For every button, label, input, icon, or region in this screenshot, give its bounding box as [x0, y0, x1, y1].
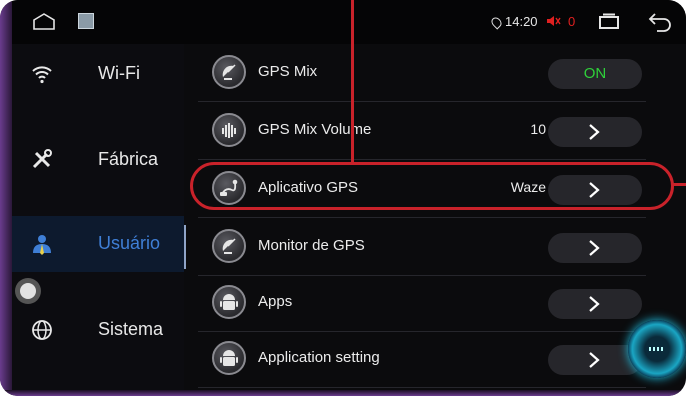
- sidebar-item-sistema[interactable]: Sistema: [12, 302, 184, 358]
- settings-list: GPS Mix ON GPS Mix Volume 10 Aplicativo …: [198, 44, 646, 390]
- annotation-line: [351, 0, 354, 163]
- floating-ball-button[interactable]: [15, 278, 41, 304]
- chevron-right-icon: [589, 352, 600, 368]
- sidebar-item-label: Sistema: [98, 319, 164, 339]
- sidebar-item-label: Usuário: [98, 233, 161, 253]
- tools-icon: [32, 149, 52, 169]
- volume-level: 0: [568, 14, 576, 29]
- location-pin-icon: [489, 15, 504, 30]
- back-icon[interactable]: [647, 11, 673, 33]
- recent-apps-icon[interactable]: [598, 13, 620, 30]
- satellite-dish-icon: [212, 229, 246, 263]
- user-icon: [33, 235, 51, 255]
- annotation-highlight: [190, 162, 674, 210]
- chevron-button[interactable]: [548, 233, 642, 263]
- home-icon[interactable]: [32, 12, 56, 30]
- volume-bars-icon: [212, 113, 246, 147]
- voice-assistant-button[interactable]: [628, 320, 686, 378]
- gps-mix-toggle[interactable]: ON: [548, 59, 642, 89]
- device-rim-bottom: [0, 390, 686, 396]
- setting-row-application-setting[interactable]: Application setting: [198, 330, 646, 388]
- android-icon: [212, 341, 246, 375]
- setting-label: Monitor de GPS: [258, 237, 365, 254]
- chevron-button[interactable]: [548, 289, 642, 319]
- volume-muted-icon: [547, 16, 561, 26]
- setting-label: Application setting: [258, 349, 380, 366]
- sidebar-item-label: Fábrica: [98, 149, 159, 169]
- sidebar-item-wifi[interactable]: Wi-Fi: [12, 46, 184, 102]
- setting-row-apps[interactable]: Apps: [198, 274, 646, 332]
- chevron-right-icon: [589, 240, 600, 256]
- android-icon: [212, 285, 246, 319]
- satellite-dish-icon: [212, 55, 246, 89]
- setting-label: GPS Mix: [258, 63, 318, 80]
- annotation-line: [673, 183, 686, 186]
- device-rim: [0, 0, 12, 396]
- setting-label: Apps: [258, 293, 293, 310]
- sidebar-item-label: Wi-Fi: [98, 63, 140, 83]
- setting-value: 10: [530, 121, 546, 137]
- setting-row-gps-mix-volume[interactable]: GPS Mix Volume 10: [198, 102, 646, 160]
- setting-row-gps-mix[interactable]: GPS Mix ON: [198, 44, 646, 102]
- sidebar-item-fabrica[interactable]: Fábrica: [12, 132, 184, 188]
- sidebar: Wi-Fi Fábrica Usuário Sistema: [12, 44, 184, 390]
- status-bar: 14:20 0: [12, 0, 686, 44]
- wifi-icon: [32, 66, 52, 84]
- setting-label: GPS Mix Volume: [258, 121, 372, 138]
- clock: 14:20: [505, 14, 538, 29]
- screen: 14:20 0 Wi-Fi Fábrica Usuário Sistema GP…: [0, 0, 686, 396]
- globe-icon: [32, 320, 52, 340]
- chevron-right-icon: [589, 296, 600, 312]
- sidebar-item-usuario[interactable]: Usuário: [12, 216, 184, 272]
- thumbnail-icon: [78, 13, 94, 29]
- sidebar-active-indicator: [184, 225, 186, 269]
- chevron-button[interactable]: [548, 117, 642, 147]
- setting-row-monitor-de-gps[interactable]: Monitor de GPS: [198, 218, 646, 276]
- chevron-right-icon: [589, 124, 600, 140]
- toggle-state: ON: [583, 65, 607, 82]
